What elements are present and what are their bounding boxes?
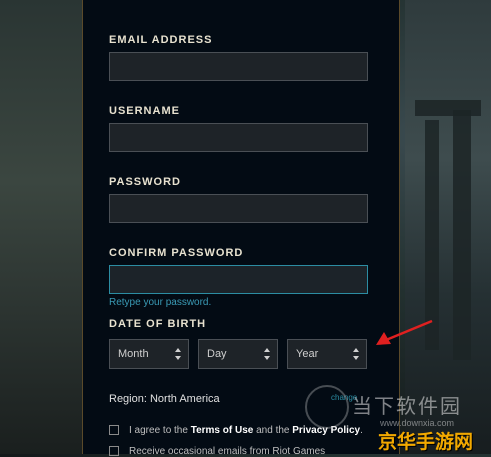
terms-prefix: I agree to the (129, 425, 191, 436)
background-art-right (405, 0, 491, 454)
password-field[interactable] (109, 194, 368, 223)
email-field[interactable] (109, 52, 368, 81)
confirm-password-label: CONFIRM PASSWORD (109, 247, 244, 259)
date-of-birth-label: DATE OF BIRTH (109, 318, 207, 330)
emails-label: Receive occasional emails from Riot Game… (129, 446, 326, 457)
watermark-logo-icon (305, 385, 349, 429)
emails-checkbox[interactable] (109, 446, 119, 457)
confirm-password-hint: Retype your password. (109, 297, 212, 308)
year-select[interactable]: Year (287, 339, 367, 369)
ruin-pillar (425, 120, 439, 350)
up-down-chevron-icon (353, 348, 359, 360)
region-text: Region: North America (109, 393, 220, 405)
day-select-value: Day (207, 348, 227, 360)
up-down-chevron-icon (175, 348, 181, 360)
month-select[interactable]: Month (109, 339, 189, 369)
terms-of-use-link[interactable]: Terms of Use (191, 425, 254, 436)
background-art-left (0, 0, 82, 454)
password-label: PASSWORD (109, 176, 181, 188)
username-field[interactable] (109, 123, 368, 152)
confirm-password-field[interactable] (109, 265, 368, 294)
terms-checkbox[interactable] (109, 425, 119, 436)
annotation-arrow-icon (376, 319, 433, 345)
year-select-value: Year (296, 348, 319, 360)
username-label: USERNAME (109, 105, 180, 117)
emails-row: Receive occasional emails from Riot Game… (109, 446, 325, 457)
terms-suffix: . (360, 425, 363, 436)
email-label: EMAIL ADDRESS (109, 34, 213, 46)
watermark-title: 当下软件园 (352, 394, 462, 418)
month-select-value: Month (118, 348, 149, 360)
ruin-pillar (453, 110, 471, 360)
terms-middle: and the (253, 425, 293, 436)
watermark-brand: 京华手游网 (378, 431, 474, 453)
ruin-arch (415, 100, 481, 116)
day-select[interactable]: Day (198, 339, 278, 369)
up-down-chevron-icon (264, 348, 270, 360)
